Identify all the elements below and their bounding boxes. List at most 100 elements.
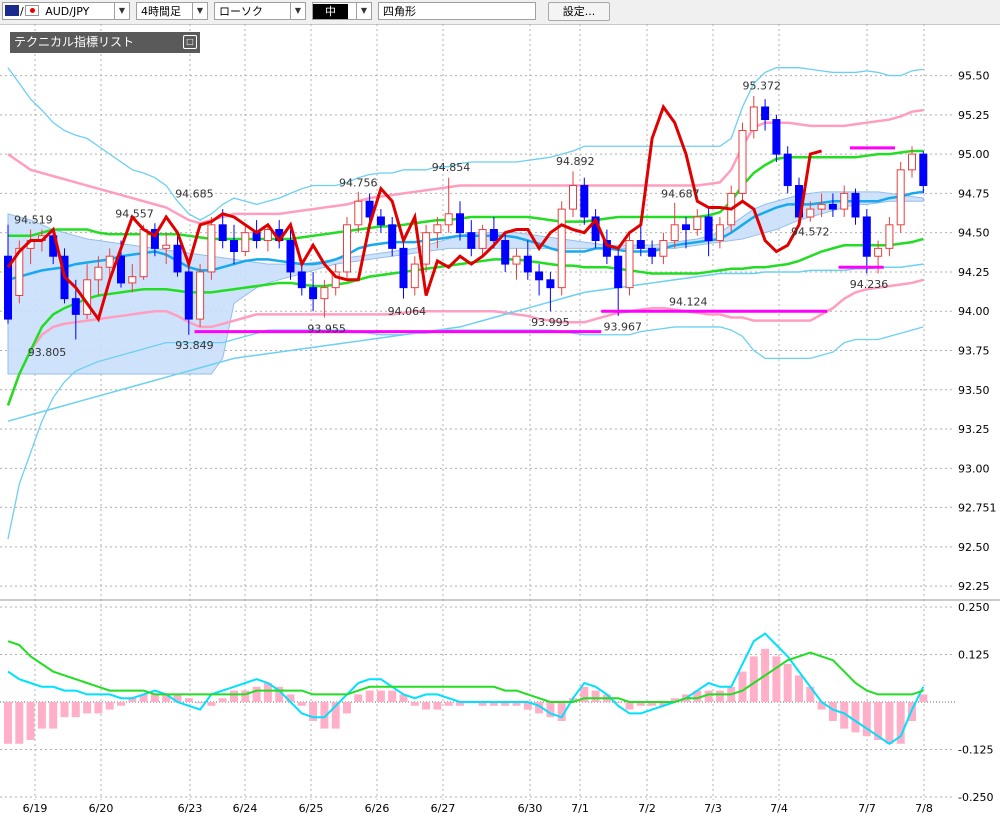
bb-upper2-line (7, 67, 924, 221)
price-annotation: 93.849 (175, 339, 214, 352)
shape-label: 四角形 (383, 5, 416, 18)
osc-bar (919, 694, 928, 702)
price-annotation: 94.854 (432, 161, 471, 174)
candle-body (173, 244, 182, 273)
x-date-label: 7/2 (638, 802, 656, 815)
x-date-label: 6/30 (518, 802, 543, 815)
candle-body (309, 287, 318, 300)
price-annotation: 93.967 (603, 320, 642, 333)
osc-bar (772, 656, 781, 702)
osc-bar (851, 702, 860, 733)
jp-flag-icon (24, 5, 39, 16)
candle-body (263, 229, 272, 242)
y-tick-label: 92.25 (958, 580, 990, 593)
candle-body (523, 255, 532, 273)
y-tick-label: 93.25 (958, 423, 990, 436)
osc-bar (354, 694, 363, 702)
axes: 95.50 95.25 95.00 94.75 94.50 94.25 94.00 93.75… (23, 70, 997, 815)
y-tick-label: 93.50 (958, 384, 990, 397)
candle-body (241, 232, 250, 253)
candle-body (456, 213, 464, 234)
candle-body (851, 192, 860, 218)
candle-body (648, 247, 657, 257)
y-tick-label: 93.75 (958, 344, 990, 357)
indicator-list-panel[interactable]: テクニカル指標リスト □ (10, 32, 200, 53)
x-date-label: 7/8 (915, 802, 933, 815)
candle-body (94, 266, 103, 281)
y-tick-label: 94.00 (958, 305, 990, 318)
y-tick-label: 95.25 (958, 109, 990, 122)
candle-body (410, 263, 419, 289)
candle-body (806, 208, 815, 218)
candle-body (580, 185, 589, 218)
chart-area: 94.519 93.805 94.557 94.685 93.849 93.955 94.7… (0, 24, 1000, 815)
osc-bar (715, 690, 724, 702)
timeframe-select[interactable]: 4時間足 ▼ (136, 2, 208, 20)
y-tick-label: 95.00 (958, 148, 990, 161)
candle-body (908, 153, 916, 171)
candle-body (569, 185, 577, 210)
osc-bar (71, 702, 80, 718)
osc-bar (117, 702, 125, 706)
candle-body (218, 224, 227, 242)
price-annotation: 94.572 (791, 225, 830, 238)
x-date-label: 6/26 (365, 802, 390, 815)
osc-bar (83, 702, 92, 714)
osc-bar (60, 702, 69, 718)
shape-select[interactable]: 四角形 (378, 2, 536, 20)
oscillator-panel (4, 632, 928, 746)
candle-body (682, 224, 690, 231)
price-annotation: 93.955 (307, 322, 346, 335)
candle-body (117, 255, 125, 284)
osc-bar (207, 702, 216, 706)
indicator-list-label: テクニカル指標リスト (14, 35, 135, 49)
candle-body (512, 255, 521, 265)
candle-body (919, 153, 928, 187)
osc-bar (410, 702, 419, 706)
x-date-label: 6/24 (233, 802, 258, 815)
osc-bar (783, 664, 792, 702)
candle-body (625, 240, 634, 289)
x-date-label: 7/4 (770, 802, 788, 815)
candle-body (162, 244, 171, 249)
candle-body (704, 216, 713, 242)
price-annotation: 94.124 (669, 296, 708, 309)
chevron-down-icon[interactable]: ▼ (114, 3, 129, 19)
osc-bar (196, 702, 205, 703)
candle-body (659, 240, 668, 257)
y-tick-label: 94.50 (958, 227, 990, 240)
candle-body (230, 240, 238, 253)
candle-body (433, 224, 442, 234)
x-date-label: 7/7 (858, 802, 876, 815)
settings-button[interactable]: 設定... (548, 2, 610, 21)
candle-body (399, 247, 408, 289)
price-annotation: 94.892 (556, 155, 595, 168)
candle-body (376, 216, 385, 226)
candle-body (715, 224, 724, 242)
x-date-label: 6/25 (299, 802, 324, 815)
candle-body (840, 192, 849, 210)
candle-body (896, 169, 905, 226)
osc-bar (365, 690, 374, 702)
price-annotation: 93.995 (531, 316, 570, 329)
osc-bar (94, 702, 103, 714)
candle-body (444, 213, 453, 226)
chevron-down-icon[interactable]: ▼ (192, 3, 207, 19)
chevron-down-icon[interactable]: ▼ (356, 3, 371, 19)
candle-body (467, 232, 476, 249)
timeframe-label: 4時間足 (141, 5, 181, 18)
osc-y-tick-label: -0.250 (958, 791, 993, 804)
osc-bar (4, 702, 12, 744)
symbol-label: AUD/JPY (45, 5, 90, 18)
chart-style-select[interactable]: ローソク ▼ (214, 2, 306, 20)
candle-body (557, 208, 566, 289)
minimize-icon[interactable]: □ (183, 35, 197, 49)
candle-body (535, 271, 544, 281)
chevron-down-icon[interactable]: ▼ (290, 3, 305, 19)
symbol-select[interactable]: / AUD/JPY ▼ (2, 2, 130, 20)
osc-bar (422, 702, 431, 710)
candle-body (749, 106, 758, 132)
size-select[interactable]: 中 ▼ (312, 2, 372, 20)
price-annotation: 93.805 (28, 346, 67, 359)
price-annotation: 94.687 (661, 187, 700, 200)
